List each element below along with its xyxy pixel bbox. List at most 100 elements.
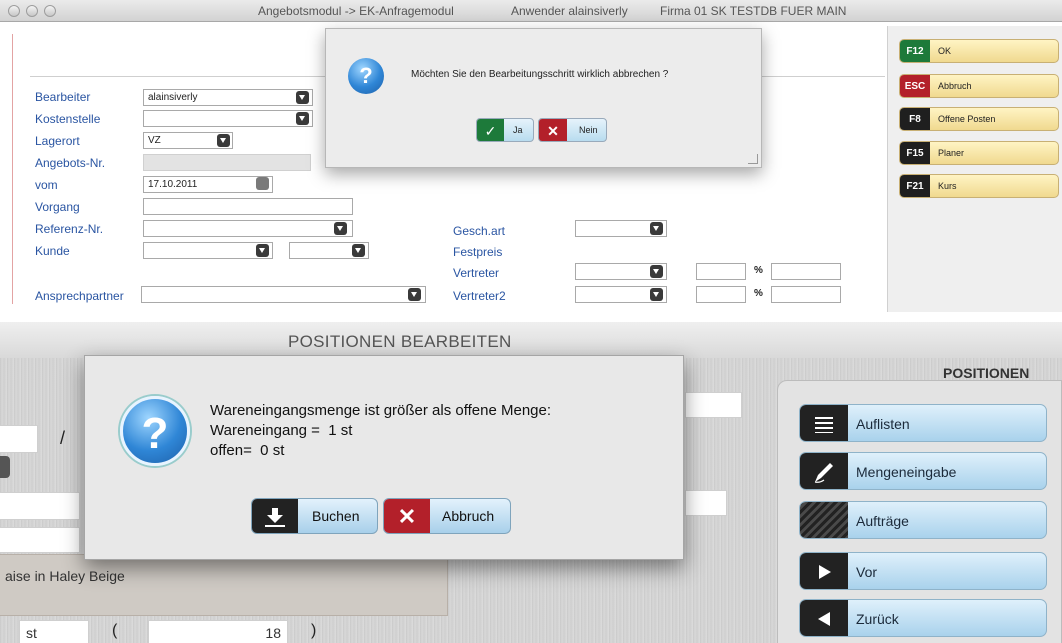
bearbeiter-field[interactable]: alainsiverly — [143, 89, 313, 106]
quantity-warning-dialog: ? Wareneingangsmenge ist größer als offe… — [84, 355, 684, 560]
kurs-label: Kurs — [938, 181, 957, 191]
kostenstelle-dropdown-icon[interactable] — [296, 112, 309, 125]
unit-field[interactable]: st — [19, 620, 89, 643]
window-title-company: Firma 01 SK TESTDB FUER MAIN — [660, 4, 847, 18]
vorgang-field[interactable] — [143, 198, 353, 215]
warning-line-1: Wareneingangsmenge ist größer als offene… — [210, 402, 552, 419]
geschart-dropdown-icon[interactable] — [650, 222, 663, 235]
quantity-value: 18 — [265, 625, 281, 641]
window-title-module: Angebotsmodul -> EK-Anfragemodul — [258, 4, 454, 18]
percent-sign: % — [754, 265, 763, 276]
vertreter-dropdown-icon[interactable] — [650, 265, 663, 278]
resize-grip-icon[interactable] — [748, 154, 758, 164]
referenz-label: Referenz-Nr. — [35, 222, 104, 236]
ansprechpartner-field[interactable] — [141, 286, 426, 303]
vertreter2-percent-field[interactable] — [696, 286, 746, 303]
window-titlebar: Angebotsmodul -> EK-Anfragemodul Anwende… — [0, 0, 1062, 22]
abbruch-button[interactable]: ✕ Abbruch — [383, 498, 511, 534]
ansprechpartner-dropdown-icon[interactable] — [408, 288, 421, 301]
vom-date-field[interactable]: 17.10.2011 — [143, 176, 273, 193]
percent-sign-2: % — [754, 288, 763, 299]
referenz-dropdown-icon[interactable] — [334, 222, 347, 235]
f21-key-label: F21 — [900, 175, 930, 197]
margin-line — [12, 34, 13, 304]
auflisten-button[interactable]: Auflisten — [799, 404, 1047, 442]
bg-field-4[interactable] — [685, 392, 742, 418]
close-window-button[interactable] — [8, 5, 20, 17]
vertreter2-amount-field[interactable] — [771, 286, 841, 303]
vom-value: 17.10.2011 — [148, 179, 198, 190]
kunde-dropdown-icon[interactable] — [256, 244, 269, 257]
vertreter-percent-field[interactable] — [696, 263, 746, 280]
ja-button[interactable]: ✓ Ja — [476, 118, 534, 142]
kunde2-dropdown-icon[interactable] — [352, 244, 365, 257]
positions-page-title: POSITIONEN BEARBEITEN — [288, 332, 512, 351]
zurueck-button[interactable]: Zurück — [799, 599, 1047, 637]
bg-field-1[interactable] — [0, 425, 38, 453]
list-icon — [800, 405, 848, 441]
bg-field-2[interactable] — [0, 492, 80, 520]
buchen-label: Buchen — [312, 508, 360, 524]
zoom-window-button[interactable] — [44, 5, 56, 17]
play-left-icon — [800, 600, 848, 636]
bg-field-3[interactable] — [0, 527, 80, 553]
article-text: aise in Haley Beige — [5, 568, 125, 584]
mengeneingabe-button[interactable]: Mengeneingabe — [799, 452, 1047, 490]
ansprechpartner-label: Ansprechpartner — [35, 289, 124, 303]
calendar-icon[interactable] — [256, 177, 269, 190]
angebotsnr-field — [143, 154, 311, 171]
vertreter2-dropdown-icon[interactable] — [650, 288, 663, 301]
question-icon-large: ? — [120, 396, 190, 466]
close-icon: ✕ — [384, 499, 430, 533]
bg-field-5[interactable] — [685, 490, 727, 516]
article-description-box: aise in Haley Beige — [0, 554, 448, 616]
planer-label: Planer — [938, 148, 965, 158]
bearbeiter-label: Bearbeiter — [35, 90, 91, 104]
minimize-window-button[interactable] — [26, 5, 38, 17]
download-icon — [252, 499, 298, 533]
kunde-field[interactable] — [143, 242, 273, 259]
f21-kurs-button[interactable]: F21 Kurs — [899, 174, 1059, 198]
esc-abbruch-button[interactable]: ESC Abbruch — [899, 74, 1059, 98]
abbruch-label: Abbruch — [938, 81, 972, 91]
offene-posten-label: Offene Posten — [938, 114, 996, 124]
nein-button[interactable]: ✕ Nein — [538, 118, 607, 142]
ja-label: Ja — [513, 125, 523, 135]
quantity-field[interactable]: 18 — [148, 620, 288, 643]
question-icon: ? — [348, 58, 384, 94]
vertreter-amount-field[interactable] — [771, 263, 841, 280]
f8-key-label: F8 — [900, 108, 930, 130]
bg-side-button[interactable] — [0, 456, 10, 478]
kostenstelle-field[interactable] — [143, 110, 313, 127]
function-key-panel — [887, 26, 1062, 312]
hatch-icon — [800, 502, 848, 538]
positions-header: POSITIONEN BEARBEITEN — [0, 322, 1062, 358]
lagerort-dropdown-icon[interactable] — [217, 134, 230, 147]
unit-value: st — [26, 625, 37, 641]
festpreis-label: Festpreis — [453, 245, 503, 259]
cancel-confirm-dialog: ? Möchten Sie den Bearbeitungsschritt wi… — [325, 28, 762, 168]
x-icon: ✕ — [539, 119, 567, 141]
auftraege-button[interactable]: Aufträge — [799, 501, 1047, 539]
bearbeiter-dropdown-icon[interactable] — [296, 91, 309, 104]
nein-label: Nein — [579, 125, 598, 135]
f12-key-label: F12 — [900, 40, 930, 62]
f8-offene-posten-button[interactable]: F8 Offene Posten — [899, 107, 1059, 131]
composite-screenshot: Angebotsmodul -> EK-Anfragemodul Anwende… — [0, 0, 1062, 643]
f12-ok-button[interactable]: F12 OK — [899, 39, 1059, 63]
vom-label: vom — [35, 178, 58, 192]
window-title-user: Anwender alainsiverly — [511, 4, 628, 18]
vorgang-label: Vorgang — [35, 200, 80, 214]
auflisten-label: Auflisten — [856, 416, 910, 432]
dialog-message: Möchten Sie den Bearbeitungsschritt wirk… — [411, 69, 669, 80]
zurueck-label: Zurück — [856, 611, 899, 627]
f15-planer-button[interactable]: F15 Planer — [899, 141, 1059, 165]
question-mark: ? — [359, 63, 373, 88]
buchen-button[interactable]: Buchen — [251, 498, 378, 534]
vor-button[interactable]: Vor — [799, 552, 1047, 590]
mengeneingabe-label: Mengeneingabe — [856, 464, 957, 480]
angebotsnr-label: Angebots-Nr. — [35, 156, 106, 170]
ok-label: OK — [938, 46, 952, 56]
abbruch-label-2: Abbruch — [442, 508, 495, 524]
referenz-field[interactable] — [143, 220, 353, 237]
